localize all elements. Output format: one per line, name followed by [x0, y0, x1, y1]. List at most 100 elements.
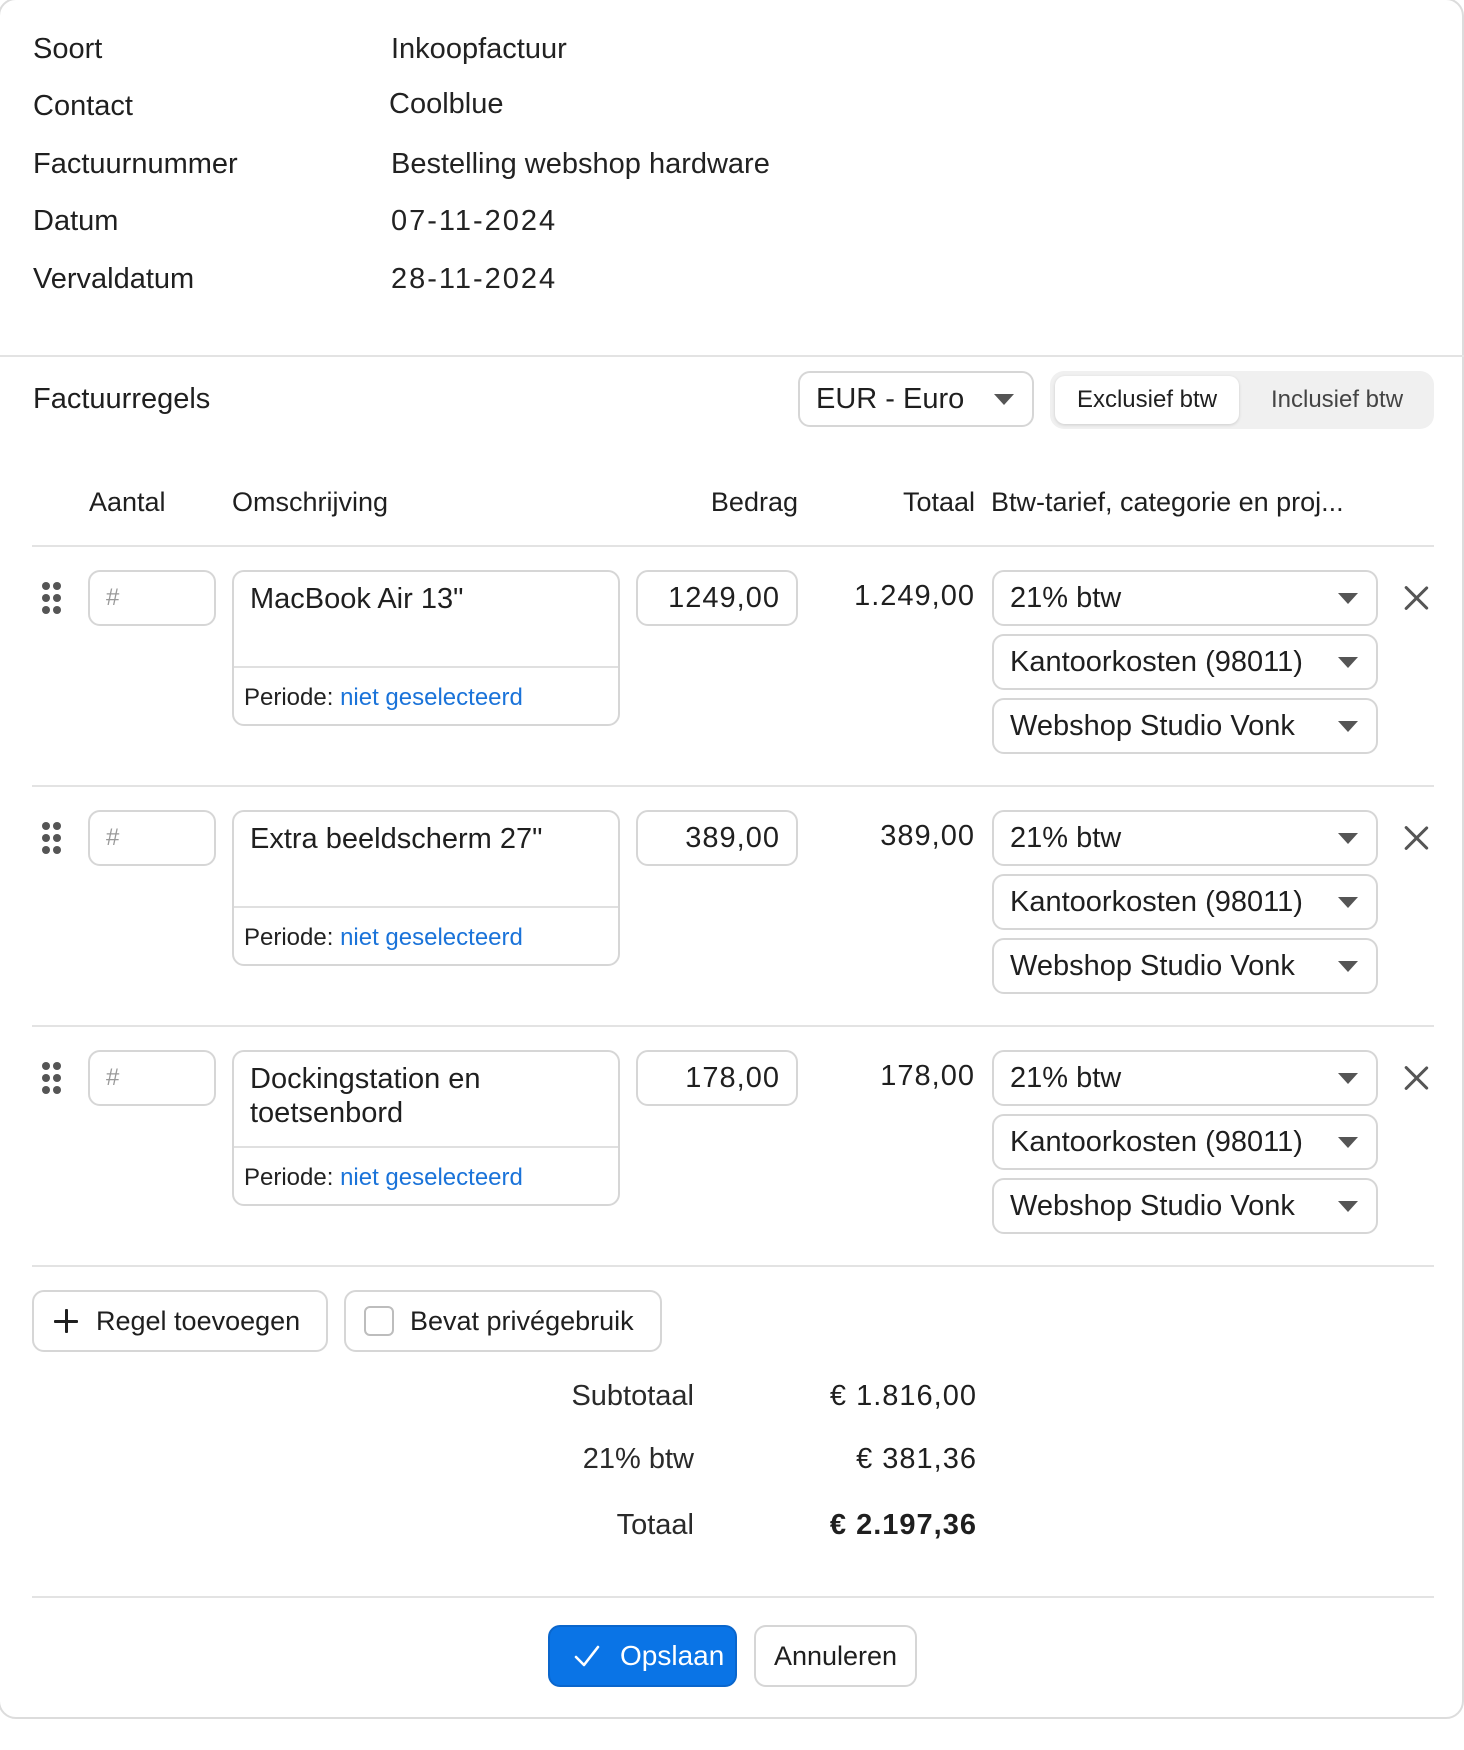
- currency-select-value: EUR - Euro: [816, 382, 965, 415]
- category-select[interactable]: Kantoorkosten (98011): [992, 1114, 1378, 1170]
- line-total: 1.249,00: [854, 580, 975, 612]
- periode-link[interactable]: niet geselecteerd: [340, 1164, 523, 1191]
- field-value-vervaldatum[interactable]: 28-11-2024: [391, 263, 557, 296]
- line-total: 178,00: [880, 1060, 975, 1092]
- private-use-checkbox[interactable]: Bevat privégebruik: [344, 1290, 662, 1352]
- vat-select-value: 21% btw: [1010, 1061, 1122, 1094]
- field-label-soort: Soort: [33, 33, 103, 65]
- chevron-down-icon: [1338, 593, 1358, 604]
- field-label-contact: Contact: [33, 90, 133, 122]
- cancel-button[interactable]: Annuleren: [754, 1625, 917, 1687]
- periode-label: Periode:: [244, 684, 334, 711]
- periode-row: Periode: niet geselecteerd: [244, 684, 523, 712]
- chevron-down-icon: [1338, 833, 1358, 844]
- vat-select[interactable]: 21% btw: [992, 1050, 1378, 1106]
- periode-label: Periode:: [244, 924, 334, 951]
- vat-label: 21% btw: [582, 1443, 694, 1475]
- divider: [32, 1265, 1434, 1267]
- description-field[interactable]: Dockingstation en toetsenbord Periode: n…: [232, 1050, 620, 1206]
- divider: [234, 906, 618, 908]
- plus-icon: [54, 1309, 78, 1333]
- category-select[interactable]: Kantoorkosten (98011): [992, 874, 1378, 930]
- field-label-factuurnummer: Factuurnummer: [33, 148, 238, 180]
- toggle-inclusief-btw[interactable]: Inclusief btw: [1244, 376, 1430, 424]
- divider: [234, 1146, 618, 1148]
- section-title: Factuurregels: [33, 383, 211, 415]
- add-line-label: Regel toevoegen: [96, 1305, 301, 1336]
- field-label-datum: Datum: [33, 205, 119, 237]
- periode-row: Periode: niet geselecteerd: [244, 1164, 523, 1192]
- divider: [32, 785, 1434, 787]
- divider: [32, 1025, 1434, 1027]
- description-text[interactable]: Extra beeldscherm 27": [250, 822, 602, 856]
- description-text[interactable]: Dockingstation en toetsenbord: [250, 1062, 602, 1130]
- column-header-aantal: Aantal: [89, 487, 166, 517]
- periode-label: Periode:: [244, 1164, 334, 1191]
- vat-select-value: 21% btw: [1010, 581, 1122, 614]
- toggle-exclusief-btw[interactable]: Exclusief btw: [1055, 376, 1239, 424]
- amount-input[interactable]: 389,00: [636, 810, 798, 866]
- field-value-factuurnummer[interactable]: Bestelling webshop hardware: [391, 148, 770, 181]
- description-field[interactable]: MacBook Air 13" Periode: niet geselectee…: [232, 570, 620, 726]
- project-select[interactable]: Webshop Studio Vonk: [992, 698, 1378, 754]
- field-label-vervaldatum: Vervaldatum: [33, 263, 195, 295]
- amount-input[interactable]: 1249,00: [636, 570, 798, 626]
- field-value-contact[interactable]: Coolblue: [389, 88, 503, 121]
- vat-select[interactable]: 21% btw: [992, 810, 1378, 866]
- line-total: 389,00: [880, 820, 975, 852]
- category-select[interactable]: Kantoorkosten (98011): [992, 634, 1378, 690]
- periode-row: Periode: niet geselecteerd: [244, 924, 523, 952]
- vat-select[interactable]: 21% btw: [992, 570, 1378, 626]
- column-header-bedrag: Bedrag: [710, 487, 798, 517]
- chevron-down-icon: [1338, 1073, 1358, 1084]
- description-field[interactable]: Extra beeldscherm 27" Periode: niet gese…: [232, 810, 620, 966]
- chevron-down-icon: [1338, 1201, 1358, 1212]
- chevron-down-icon: [1338, 1137, 1358, 1148]
- divider: [32, 545, 1434, 547]
- drag-handle-icon[interactable]: [42, 582, 62, 616]
- drag-handle-icon[interactable]: [42, 1062, 62, 1096]
- divider: [234, 666, 618, 668]
- close-icon[interactable]: [1402, 1064, 1430, 1092]
- periode-link[interactable]: niet geselecteerd: [340, 684, 523, 711]
- save-label: Opslaan: [620, 1640, 725, 1671]
- column-header-totaal: Totaal: [902, 487, 975, 517]
- currency-select[interactable]: EUR - Euro: [798, 371, 1034, 427]
- project-select-value: Webshop Studio Vonk: [1010, 709, 1295, 742]
- chevron-down-icon: [1338, 721, 1358, 732]
- checkbox-icon[interactable]: [364, 1306, 394, 1336]
- divider: [0, 355, 1464, 357]
- tax-mode-toggle: Exclusief btw Inclusief btw: [1050, 371, 1434, 429]
- periode-link[interactable]: niet geselecteerd: [340, 924, 523, 951]
- category-select-value: Kantoorkosten (98011): [1010, 645, 1303, 678]
- subtotal-value: € 1.816,00: [829, 1380, 977, 1412]
- close-icon[interactable]: [1402, 824, 1430, 852]
- chevron-down-icon: [1338, 961, 1358, 972]
- field-value-soort[interactable]: Inkoopfactuur: [391, 33, 567, 66]
- project-select-value: Webshop Studio Vonk: [1010, 949, 1295, 982]
- drag-handle-icon[interactable]: [42, 822, 62, 856]
- column-header-omschrijving: Omschrijving: [232, 487, 389, 517]
- subtotal-label: Subtotaal: [571, 1380, 694, 1412]
- category-select-value: Kantoorkosten (98011): [1010, 1125, 1303, 1158]
- vat-select-value: 21% btw: [1010, 821, 1122, 854]
- close-icon[interactable]: [1402, 584, 1430, 612]
- quantity-input[interactable]: #: [88, 570, 216, 626]
- save-button[interactable]: Opslaan: [548, 1625, 737, 1687]
- project-select[interactable]: Webshop Studio Vonk: [992, 1178, 1378, 1234]
- add-line-button[interactable]: Regel toevoegen: [32, 1290, 328, 1352]
- chevron-down-icon: [1338, 657, 1358, 668]
- column-header-btw: Btw-tarief, categorie en proj...: [991, 487, 1344, 517]
- chevron-down-icon: [994, 394, 1014, 405]
- field-value-datum[interactable]: 07-11-2024: [391, 205, 557, 238]
- quantity-input[interactable]: #: [88, 1050, 216, 1106]
- project-select[interactable]: Webshop Studio Vonk: [992, 938, 1378, 994]
- amount-input[interactable]: 178,00: [636, 1050, 798, 1106]
- quantity-input[interactable]: #: [88, 810, 216, 866]
- check-icon: [574, 1645, 600, 1667]
- project-select-value: Webshop Studio Vonk: [1010, 1189, 1295, 1222]
- description-text[interactable]: MacBook Air 13": [250, 582, 602, 616]
- total-label: Totaal: [616, 1509, 694, 1541]
- category-select-value: Kantoorkosten (98011): [1010, 885, 1303, 918]
- vat-value: € 381,36: [856, 1443, 977, 1475]
